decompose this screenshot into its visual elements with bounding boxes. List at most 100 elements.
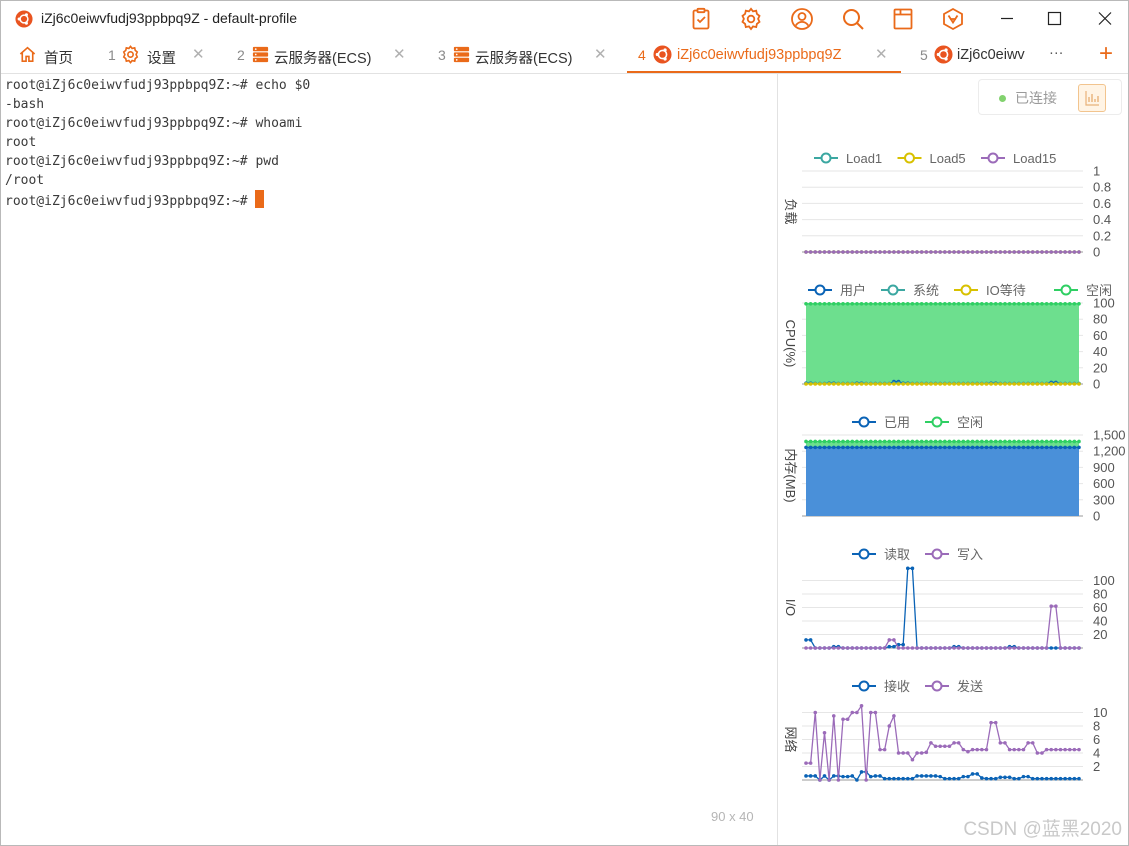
tab-session-active[interactable]: 4 iZj6c0eiwvfudj93ppbpq9Z ✕ <box>627 37 901 73</box>
data-point <box>859 439 864 444</box>
data-point <box>943 439 947 444</box>
clipboard-icon[interactable] <box>689 7 713 31</box>
data-point <box>1026 250 1030 254</box>
tab-close-icon[interactable]: ✕ <box>875 45 888 63</box>
data-point <box>864 302 868 306</box>
server-icon <box>453 46 470 63</box>
terminal-view[interactable]: root@iZj6c0eiwvfudj93ppbpq9Z:~# echo $0 … <box>1 73 777 845</box>
layout-icon[interactable] <box>891 7 915 31</box>
data-point <box>1054 646 1058 650</box>
data-point <box>905 250 910 254</box>
data-point <box>850 382 855 386</box>
data-point <box>859 646 864 650</box>
data-point <box>993 646 998 650</box>
y-tick-label: 900 <box>1093 460 1115 475</box>
data-point <box>952 445 956 450</box>
data-point <box>1003 741 1007 745</box>
data-point <box>813 774 818 778</box>
tab-overflow-button[interactable]: ··· <box>1033 37 1079 71</box>
data-point <box>970 772 975 776</box>
tab-settings[interactable]: 1 设置 ✕ <box>97 37 213 71</box>
data-point <box>1058 445 1063 450</box>
data-point <box>933 250 938 254</box>
data-point <box>831 774 836 778</box>
data-point <box>956 302 961 306</box>
data-point <box>813 382 818 386</box>
new-tab-button[interactable]: + <box>1091 37 1127 71</box>
data-point <box>905 566 910 571</box>
data-point <box>924 774 929 778</box>
tab-number: 3 <box>438 47 446 63</box>
data-point <box>924 750 929 755</box>
data-point <box>808 774 813 778</box>
data-point <box>933 302 938 306</box>
data-point <box>1003 445 1007 450</box>
legend-swatch-marker <box>887 284 899 296</box>
data-point <box>915 302 919 306</box>
tab-home[interactable]: 首页 <box>1 37 93 71</box>
data-point <box>1054 445 1058 450</box>
data-point <box>873 445 878 450</box>
data-point <box>998 445 1003 450</box>
data-point <box>850 445 855 450</box>
data-point <box>1035 445 1040 450</box>
y-tick-label: 60 <box>1093 328 1107 343</box>
data-point <box>947 382 952 386</box>
tab-session-5[interactable]: 5 iZj6c0eiwv <box>911 37 1031 71</box>
data-point <box>1030 646 1035 650</box>
tab-close-icon[interactable]: ✕ <box>192 45 205 63</box>
data-point <box>868 250 873 254</box>
close-window-button[interactable] <box>1079 1 1128 37</box>
data-point <box>822 439 827 444</box>
data-point <box>975 250 980 254</box>
data-point <box>822 250 827 254</box>
data-point <box>1017 776 1021 781</box>
tab-label: iZj6c0eiwvfudj93ppbpq9Z <box>677 47 842 63</box>
data-point <box>882 302 887 306</box>
search-icon[interactable] <box>841 7 865 31</box>
tab-bar: 首页 1 设置 ✕ 2 云服务器(ECS) ✕ 3 云服务器(ECS) ✕ 4 … <box>1 37 1128 74</box>
tab-ecs-1[interactable]: 2 云服务器(ECS) ✕ <box>226 37 416 71</box>
data-point <box>822 774 827 778</box>
minimize-button[interactable] <box>982 1 1032 37</box>
data-point <box>841 445 845 450</box>
data-point <box>1021 382 1026 386</box>
data-point <box>836 250 841 254</box>
data-point <box>1044 776 1049 781</box>
data-point <box>813 439 818 444</box>
data-point <box>975 439 980 444</box>
data-point <box>1067 382 1072 386</box>
data-point <box>1030 382 1035 386</box>
tab-ecs-2[interactable]: 3 云服务器(ECS) ✕ <box>427 37 617 71</box>
data-point <box>845 302 850 306</box>
chart-toggle-button[interactable] <box>1078 84 1106 112</box>
y-tick-label: 0 <box>1093 245 1100 260</box>
data-point <box>882 646 887 650</box>
data-point <box>952 741 956 745</box>
user-icon[interactable] <box>790 7 814 31</box>
data-point <box>919 382 924 386</box>
data-point <box>970 747 975 752</box>
tab-close-icon[interactable]: ✕ <box>594 45 607 63</box>
data-point <box>804 382 808 386</box>
logo-icon[interactable] <box>941 7 965 31</box>
watermark: CSDN @蓝黑2020 <box>963 819 1122 840</box>
data-point <box>956 250 961 254</box>
home-icon <box>19 46 36 62</box>
data-point <box>892 382 896 386</box>
data-point <box>1007 439 1012 444</box>
network-chart: 接收 发送 10 8 6 4 2 网络 <box>778 679 1128 797</box>
data-point <box>813 646 818 650</box>
data-point <box>998 439 1003 444</box>
gear-icon[interactable] <box>739 7 763 31</box>
data-point <box>855 445 859 450</box>
tab-close-icon[interactable]: ✕ <box>393 45 406 63</box>
data-point <box>901 439 905 444</box>
data-point <box>892 250 896 254</box>
maximize-button[interactable] <box>1029 1 1079 37</box>
data-point <box>808 302 813 306</box>
y-tick-label: 20 <box>1093 360 1107 375</box>
data-point <box>1040 646 1044 650</box>
data-point <box>1021 250 1026 254</box>
data-point <box>892 714 896 718</box>
